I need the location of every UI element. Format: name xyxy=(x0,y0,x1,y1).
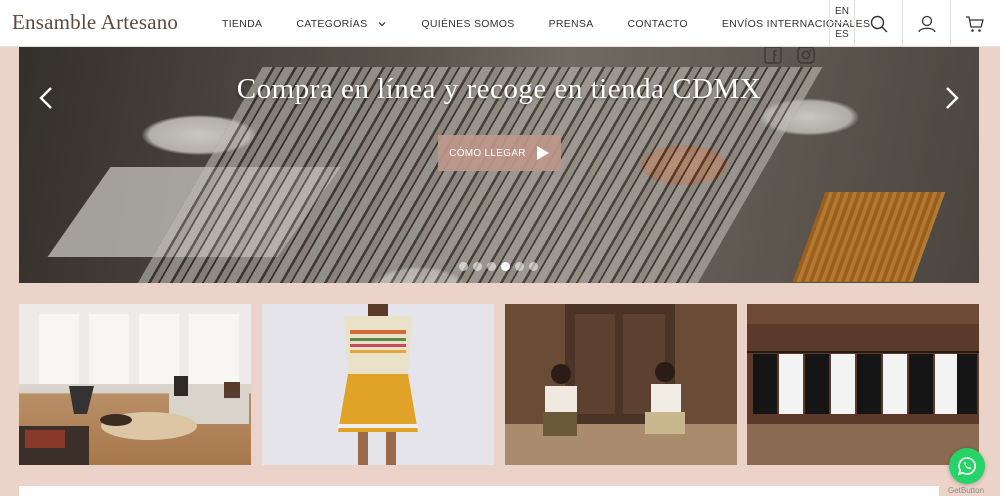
lang-es[interactable]: ES xyxy=(830,23,854,46)
nav-categorias[interactable]: CATEGORÍAS xyxy=(296,18,387,30)
nav-label: QUIÉNES SOMOS xyxy=(421,17,515,30)
girl-dress-illustration xyxy=(262,304,494,465)
hero-next-arrow[interactable] xyxy=(939,85,963,111)
whatsapp-button[interactable] xyxy=(949,448,985,484)
slider-dot[interactable] xyxy=(515,262,524,271)
slider-dot[interactable] xyxy=(487,262,496,271)
living-room-illustration xyxy=(19,304,251,465)
whatsapp-icon xyxy=(957,457,976,476)
next-section-edge xyxy=(19,486,939,496)
hero-title: Compra en línea y recoge en tienda CDMX xyxy=(236,73,762,105)
nav-prensa[interactable]: PRENSA xyxy=(549,18,594,30)
main-nav: TIENDA CATEGORÍAS QUIÉNES SOMOS PRENSA C… xyxy=(205,0,887,47)
nav-tienda[interactable]: TIENDA xyxy=(222,18,262,30)
como-llegar-label: CÓMO LLEGAR xyxy=(449,147,526,159)
getbutton-badge[interactable]: GetButton xyxy=(948,486,984,495)
slider-dot[interactable] xyxy=(529,262,538,271)
como-llegar-button[interactable]: CÓMO LLEGAR xyxy=(438,135,561,171)
hero-prev-arrow[interactable] xyxy=(35,85,59,111)
nav-label: CONTACTO xyxy=(627,17,688,30)
slider-dots xyxy=(459,262,538,271)
nav-label: TIENDA xyxy=(222,17,263,30)
girl-dress-image[interactable] xyxy=(262,304,494,465)
instagram-icon[interactable] xyxy=(796,47,816,65)
account-button[interactable] xyxy=(903,0,951,47)
garments-rack-illustration xyxy=(747,304,979,465)
couple-doorway-image[interactable] xyxy=(505,304,737,465)
slider-dot[interactable] xyxy=(473,262,482,271)
site-header: Ensamble Artesano TIENDA CATEGORÍAS QUIÉ… xyxy=(0,0,1000,47)
search-icon xyxy=(870,15,887,32)
hero-slider: Compra en línea y recoge en tienda CDMX … xyxy=(19,47,979,283)
search-button[interactable] xyxy=(855,0,903,47)
nav-contacto[interactable]: CONTACTO xyxy=(628,18,688,30)
living-room-image[interactable] xyxy=(19,304,251,465)
chevron-right-icon xyxy=(946,87,959,109)
garments-rack-image[interactable] xyxy=(747,304,979,465)
slider-dot[interactable] xyxy=(459,262,468,271)
nav-label: PRENSA xyxy=(548,17,594,30)
cart-icon xyxy=(966,15,984,32)
chevron-left-icon xyxy=(39,87,52,109)
facebook-icon[interactable] xyxy=(763,47,783,65)
user-icon xyxy=(917,15,936,32)
site-logo[interactable]: Ensamble Artesano xyxy=(12,10,178,35)
play-icon xyxy=(536,146,549,160)
nav-label: CATEGORÍAS xyxy=(296,17,368,30)
language-switcher: EN ES xyxy=(829,0,855,47)
cart-button[interactable] xyxy=(951,0,999,47)
nav-quienes-somos[interactable]: QUIÉNES SOMOS xyxy=(421,18,514,30)
chevron-down-icon xyxy=(378,21,386,26)
lang-en[interactable]: EN xyxy=(830,0,854,23)
slider-dot[interactable] xyxy=(501,262,510,271)
couple-doorway-illustration xyxy=(505,304,737,465)
